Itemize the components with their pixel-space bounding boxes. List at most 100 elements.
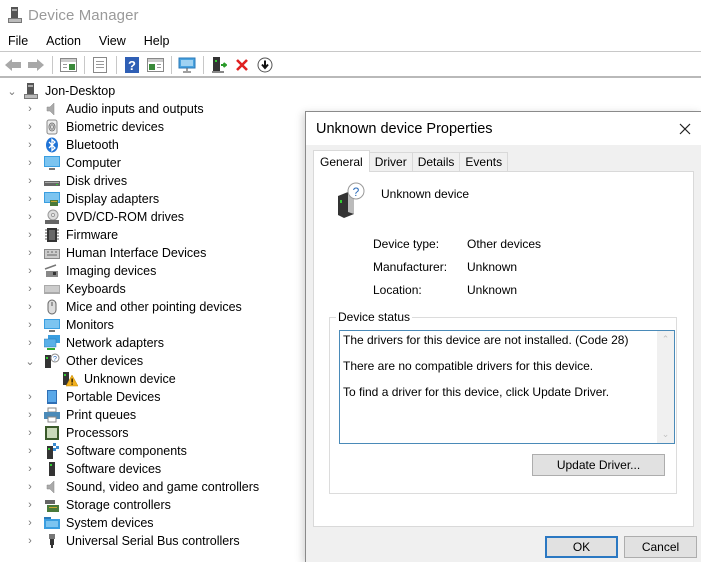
- warning-device-icon: [62, 371, 78, 387]
- tree-item-dvd-drives[interactable]: › DVD/CD-ROM drives: [0, 208, 305, 226]
- tree-item-system-devices[interactable]: › System devices: [0, 514, 305, 532]
- toolbar-separator: [52, 55, 53, 74]
- chevron-right-icon[interactable]: ›: [24, 463, 36, 475]
- action-pane-icon: [146, 57, 164, 72]
- chevron-right-icon[interactable]: ›: [24, 265, 36, 277]
- disk-drive-icon: [44, 173, 60, 189]
- tree-item-storage-controllers[interactable]: › Storage controllers: [0, 496, 305, 514]
- chevron-right-icon[interactable]: ›: [24, 139, 36, 151]
- tree-item-network-adapters[interactable]: › Network adapters: [0, 334, 305, 352]
- chevron-right-icon[interactable]: ›: [24, 283, 36, 295]
- forward-button[interactable]: [25, 55, 47, 75]
- tree-item-audio-inputs[interactable]: › Audio inputs and outputs: [0, 100, 305, 118]
- status-scrollbar[interactable]: ⌃ ⌄: [657, 331, 674, 443]
- tree-item-sound-video-game[interactable]: › Sound, video and game controllers: [0, 478, 305, 496]
- device-manager-icon: [7, 6, 23, 24]
- chevron-right-icon[interactable]: ›: [24, 427, 36, 439]
- chevron-right-icon[interactable]: ›: [24, 391, 36, 403]
- tree-item-disk-drives[interactable]: › Disk drives: [0, 172, 305, 190]
- scan-hardware-button[interactable]: [176, 55, 198, 75]
- chevron-right-icon[interactable]: ›: [24, 175, 36, 187]
- tree-item-unknown-device[interactable]: Unknown device: [0, 370, 305, 388]
- chevron-right-icon[interactable]: ›: [24, 517, 36, 529]
- scroll-up-icon[interactable]: ⌃: [657, 331, 674, 348]
- tree-item-firmware[interactable]: › Firmware: [0, 226, 305, 244]
- tab-events[interactable]: Events: [459, 152, 509, 171]
- tree-item-computer[interactable]: › Computer: [0, 154, 305, 172]
- prop-value: Unknown: [467, 259, 518, 274]
- close-icon: [679, 123, 691, 134]
- tree-item-software-devices[interactable]: › Software devices: [0, 460, 305, 478]
- tree-item-monitors[interactable]: › Monitors: [0, 316, 305, 334]
- tab-general[interactable]: General: [313, 150, 370, 172]
- tree-item-label: Universal Serial Bus controllers: [66, 534, 240, 548]
- tree-item-hid[interactable]: › Human Interface Devices: [0, 244, 305, 262]
- close-button[interactable]: [669, 114, 701, 144]
- tree-item-display-adapters[interactable]: › Display adapters: [0, 190, 305, 208]
- chevron-right-icon[interactable]: ›: [24, 301, 36, 313]
- camera-icon: [44, 263, 60, 279]
- chevron-right-icon[interactable]: ›: [24, 337, 36, 349]
- chevron-right-icon[interactable]: ›: [24, 319, 36, 331]
- tree-item-print-queues[interactable]: › Print queues: [0, 406, 305, 424]
- update-driver-button[interactable]: Update Driver...: [532, 454, 665, 476]
- show-hide-action-pane-button[interactable]: [144, 55, 166, 75]
- help-button[interactable]: ?: [121, 55, 143, 75]
- tree-item-label: Audio inputs and outputs: [66, 102, 204, 116]
- tree-item-portable-devices[interactable]: › Portable Devices: [0, 388, 305, 406]
- add-driver-button[interactable]: [208, 55, 230, 75]
- chevron-right-icon[interactable]: ›: [24, 535, 36, 547]
- tree-item-imaging-devices[interactable]: › Imaging devices: [0, 262, 305, 280]
- chevron-down-icon[interactable]: ⌄: [6, 85, 18, 98]
- device-status-textbox[interactable]: The drivers for this device are not inst…: [339, 330, 675, 444]
- chevron-right-icon[interactable]: ›: [24, 211, 36, 223]
- tree-item-usb-controllers[interactable]: › Universal Serial Bus controllers: [0, 532, 305, 550]
- chevron-right-icon[interactable]: ›: [24, 445, 36, 457]
- tree-item-biometric[interactable]: › Biometric devices: [0, 118, 305, 136]
- hid-icon: [44, 245, 60, 261]
- menu-file[interactable]: File: [0, 34, 35, 48]
- tree-item-label: Portable Devices: [66, 390, 161, 404]
- chevron-right-icon[interactable]: ›: [24, 247, 36, 259]
- tree-item-other-devices[interactable]: ⌄ ? Other devices: [0, 352, 305, 370]
- chevron-right-icon[interactable]: ›: [24, 121, 36, 133]
- cancel-button[interactable]: Cancel: [624, 536, 697, 558]
- chevron-right-icon[interactable]: ›: [24, 193, 36, 205]
- portable-device-icon: [44, 389, 60, 405]
- menu-action[interactable]: Action: [38, 34, 88, 48]
- tree-item-mice[interactable]: › Mice and other pointing devices: [0, 298, 305, 316]
- menu-view[interactable]: View: [91, 34, 133, 48]
- properties-button[interactable]: [89, 55, 111, 75]
- processor-icon: [44, 425, 60, 441]
- status-line: The drivers for this device are not inst…: [343, 333, 629, 347]
- chevron-right-icon[interactable]: ›: [24, 481, 36, 493]
- tree-item-processors[interactable]: › Processors: [0, 424, 305, 442]
- chevron-right-icon[interactable]: ›: [24, 409, 36, 421]
- chevron-right-icon[interactable]: ›: [24, 157, 36, 169]
- chevron-down-icon[interactable]: ⌄: [24, 355, 36, 368]
- chevron-right-icon[interactable]: ›: [24, 229, 36, 241]
- update-driver-button[interactable]: [254, 55, 276, 75]
- menu-help[interactable]: Help: [136, 34, 177, 48]
- tab-driver[interactable]: Driver: [368, 152, 413, 171]
- tab-details[interactable]: Details: [411, 152, 461, 171]
- scroll-down-icon[interactable]: ⌄: [657, 426, 674, 443]
- show-hide-console-tree-button[interactable]: [57, 55, 79, 75]
- general-tab-panel: ? Unknown device Device type: Other devi…: [313, 171, 694, 527]
- tree-item-label: DVD/CD-ROM drives: [66, 210, 185, 224]
- prop-key: Location:: [373, 282, 422, 297]
- help-icon: ?: [125, 56, 139, 73]
- tree-item-software-components[interactable]: › Software components: [0, 442, 305, 460]
- computer-tower-icon: [23, 83, 39, 99]
- dialog-title-bar[interactable]: Unknown device Properties: [306, 112, 701, 145]
- tree-item-keyboards[interactable]: › Keyboards: [0, 280, 305, 298]
- svg-text:?: ?: [53, 356, 57, 363]
- tree-item-bluetooth[interactable]: › Bluetooth: [0, 136, 305, 154]
- back-button[interactable]: [2, 55, 24, 75]
- chevron-right-icon[interactable]: ›: [24, 103, 36, 115]
- tree-root[interactable]: ⌄ Jon-Desktop: [0, 82, 305, 100]
- ok-button[interactable]: OK: [545, 536, 618, 558]
- back-arrow-icon: [5, 58, 21, 71]
- chevron-right-icon[interactable]: ›: [24, 499, 36, 511]
- uninstall-device-button[interactable]: [231, 55, 253, 75]
